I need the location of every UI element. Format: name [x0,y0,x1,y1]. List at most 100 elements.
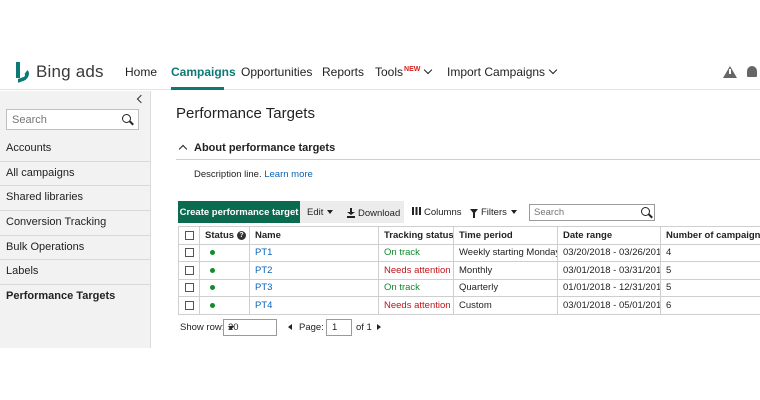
status-dot-icon [210,285,215,291]
target-name-link[interactable]: PT2 [255,265,272,276]
chevron-down-icon [228,326,234,330]
bing-ads-logo[interactable]: Bing ads [16,61,104,84]
sidebar-item-shared-libraries[interactable]: Shared libraries [0,186,150,212]
status-cell [199,278,250,297]
status-dot-icon [210,250,215,256]
column-header-time-period[interactable]: Time period [453,226,558,245]
name-cell: PT3 [249,278,379,297]
description-text: Description line. [194,169,262,180]
page-label: Page: [299,322,324,333]
tracking-status-cell: On track [378,278,454,297]
row-checkbox[interactable] [184,248,194,258]
download-label: Download [358,208,401,219]
nav-import-campaigns[interactable]: Import Campaigns [447,65,558,79]
next-page-icon[interactable] [377,324,381,330]
grid-search-input[interactable] [530,205,635,220]
collapse-sidebar-icon[interactable] [136,94,146,104]
row-checkbox[interactable] [184,265,194,275]
nav-opportunities[interactable]: Opportunities [241,65,312,79]
chevron-down-icon [327,210,334,214]
previous-page-icon[interactable] [288,324,292,330]
nav-campaigns[interactable]: Campaigns [171,65,236,79]
table-row: PT1 On track Weekly starting Monday 03/2… [178,243,760,262]
columns-label: Columns [424,207,462,218]
download-button[interactable]: Download [347,207,400,219]
row-checkbox[interactable] [184,283,194,293]
filters-button[interactable]: Filters [470,207,517,218]
row-checkbox[interactable] [184,300,194,310]
tracking-status-cell: Needs attention [378,261,454,280]
bing-logo-icon [16,62,30,84]
columns-button[interactable]: Columns [412,207,462,218]
sidebar-search-input[interactable] [7,110,117,129]
grid-search [529,204,655,221]
sidebar-item-bulk-operations[interactable]: Bulk Operations [0,236,150,261]
column-header-tracking-status[interactable]: Tracking status [378,226,454,245]
nav-reports[interactable]: Reports [322,65,364,79]
table-header-row: Status? Name Tracking status Time period… [178,226,760,245]
chevron-down-icon [510,210,517,214]
date-range-cell: 03/20/2018 - 03/26/2018 [557,243,661,262]
sidebar-item-all-campaigns[interactable]: All campaigns [0,162,150,187]
sidebar-item-conversion-tracking[interactable]: Conversion Tracking [0,211,150,236]
learn-more-link[interactable]: Learn more [264,169,313,180]
sidebar-nav-list: Accounts All campaigns Shared libraries … [0,137,150,310]
date-range-cell: 03/01/2018 - 05/01/2018 [557,296,661,315]
tracking-status-cell: On track [378,243,454,262]
status-dot-icon [210,302,215,308]
warning-icon[interactable] [723,66,737,78]
sidebar-item-accounts[interactable]: Accounts [0,137,150,162]
table-row: PT3 On track Quarterly 01/01/2018 - 12/3… [178,278,760,297]
time-period-cell: Weekly starting Monday [453,243,558,262]
campaign-count-cell: 5 [660,261,760,280]
help-icon[interactable]: ? [237,230,247,240]
chevron-up-icon [178,144,188,154]
nav-home[interactable]: Home [125,65,157,79]
table-row: PT4 Needs attention Custom 03/01/2018 - … [178,296,760,315]
select-all-cell [178,226,200,245]
nav-tools[interactable]: ToolsNEW [375,65,433,79]
edit-label: Edit [307,207,324,218]
select-all-checkbox[interactable] [184,230,194,240]
edit-button[interactable]: Edit [307,207,334,218]
top-navigation-bar: Bing ads Home Campaigns Opportunities Re… [0,54,760,90]
target-name-link[interactable]: PT3 [255,282,272,293]
nav-import-label: Import Campaigns [447,65,546,79]
rows-per-page-select[interactable]: 20 [223,319,277,336]
status-cell [199,243,250,262]
target-name-link[interactable]: PT4 [255,300,272,311]
sidebar-item-performance-targets[interactable]: Performance Targets [0,285,150,310]
column-header-number-of-campaigns[interactable]: Number of campaigns [660,226,760,245]
column-header-status[interactable]: Status? [199,226,250,245]
date-range-cell: 01/01/2018 - 12/31/2018 [557,278,661,297]
column-header-label: Status [205,229,235,241]
column-header-name[interactable]: Name [249,226,379,245]
filters-label: Filters [481,207,507,218]
sidebar-search [6,109,139,130]
column-header-date-range[interactable]: Date range [557,226,661,245]
time-period-cell: Custom [453,296,558,315]
row-select-cell [178,278,200,297]
chevron-down-icon [548,65,558,75]
create-performance-target-button[interactable]: Create performance target [178,201,300,223]
sidebar-item-labels[interactable]: Labels [0,260,150,286]
table-row: PT2 Needs attention Monthly 03/01/2018 -… [178,261,760,280]
search-icon[interactable] [641,207,650,216]
name-cell: PT1 [249,243,379,262]
pagination-bar: Show row: 20 Page: of 1 [180,319,760,337]
page-number-input[interactable] [326,319,352,336]
notification-bell-icon[interactable] [747,66,757,77]
download-icon [347,208,355,218]
show-row-label: Show row: [180,322,225,333]
status-cell [199,296,250,315]
time-period-cell: Monthly [453,261,558,280]
about-section-header[interactable]: About performance targets [176,140,760,160]
filter-icon [470,209,478,218]
date-range-cell: 03/01/2018 - 03/31/2018 [557,261,661,280]
search-icon[interactable] [122,114,131,123]
target-name-link[interactable]: PT1 [255,247,272,258]
tracking-status-cell: Needs attention [378,296,454,315]
campaign-count-cell: 5 [660,278,760,297]
status-dot-icon [210,267,215,273]
name-cell: PT2 [249,261,379,280]
